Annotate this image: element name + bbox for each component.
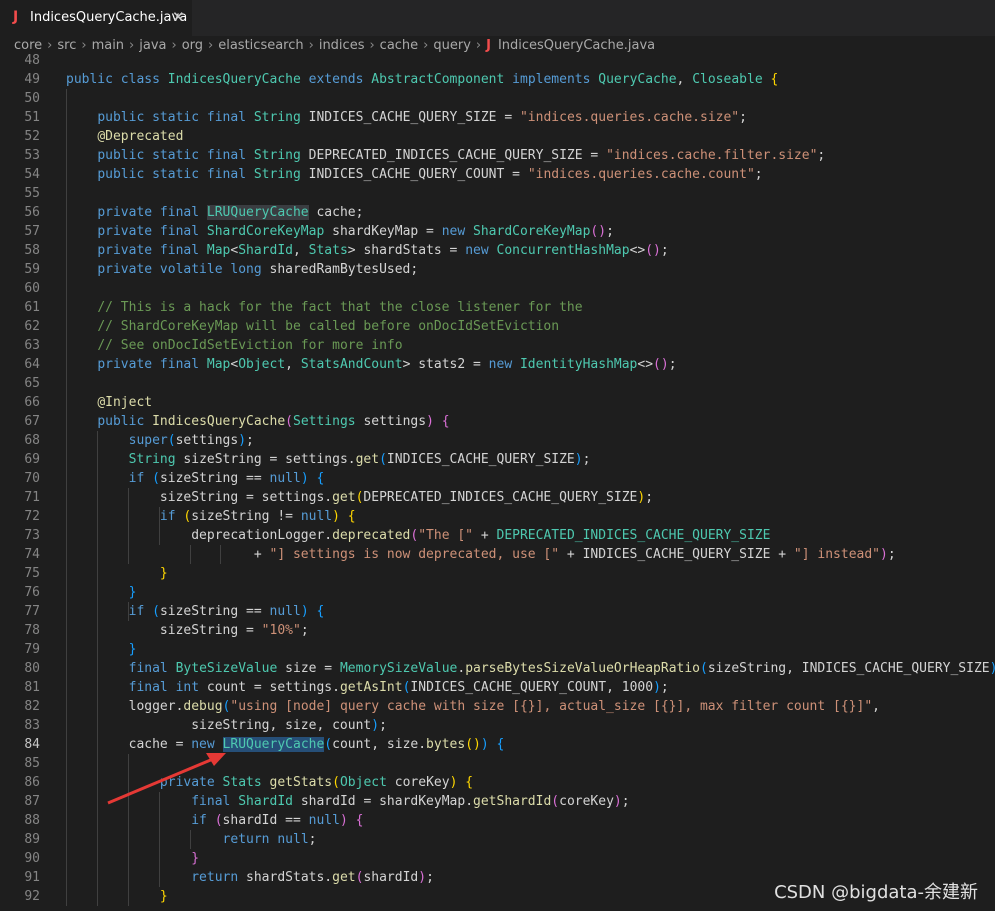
watermark: CSDN @bigdata-余建新 — [774, 882, 978, 903]
annotation-arrow — [107, 753, 226, 805]
